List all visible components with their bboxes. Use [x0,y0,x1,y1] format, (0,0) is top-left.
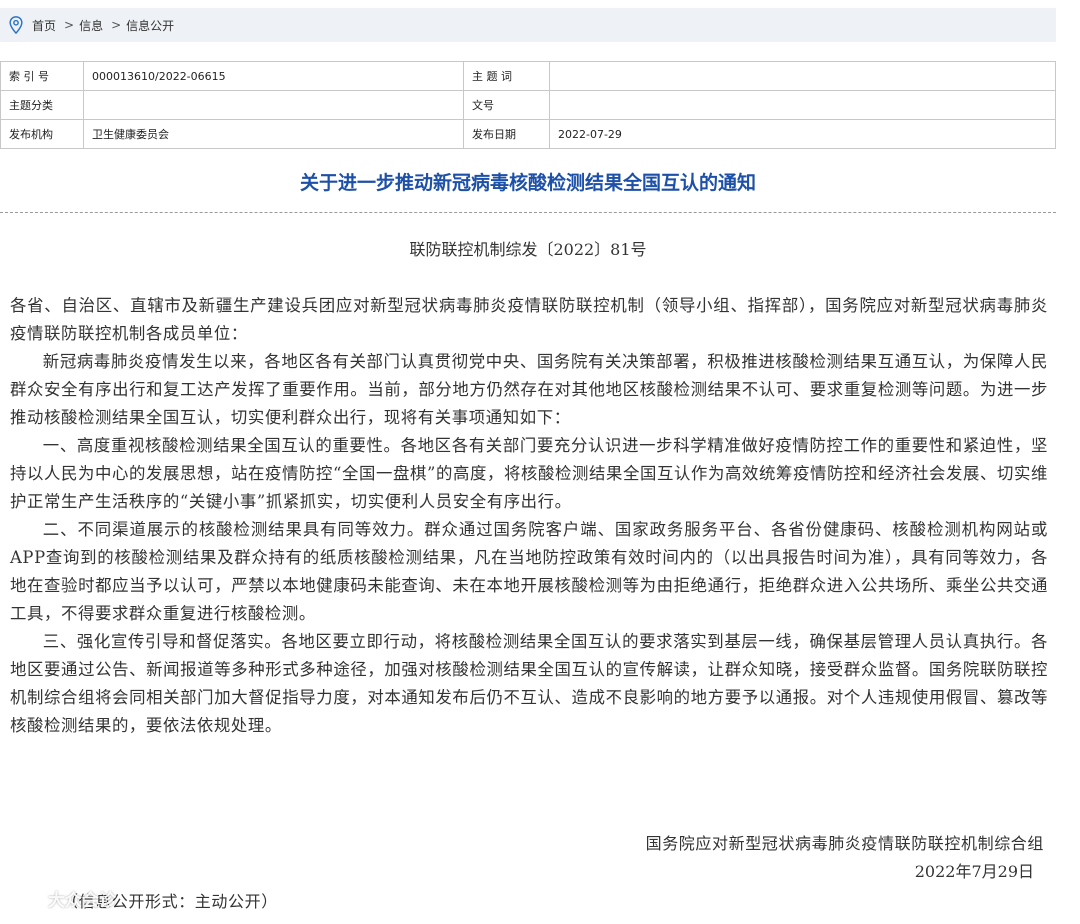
body-paragraph: 新冠病毒肺炎疫情发生以来，各地区各有关部门认真贯彻党中央、国务院有关决策部署，积… [10,352,1048,427]
meta-label-index: 索 引 号 [0,61,84,91]
location-pin-icon [9,16,23,34]
meta-label-category: 主题分类 [0,90,84,120]
table-row: 索 引 号 000013610/2022-06615 主 题 词 [0,61,1056,91]
document-meta-table: 索 引 号 000013610/2022-06615 主 题 词 主题分类 文号… [0,61,1056,149]
meta-value-doc-number [549,90,1056,120]
watermark-logo-icon [6,890,36,907]
breadcrumb-separator: > [64,18,75,32]
body-paragraph: 二、不同渠道展示的核酸检测结果具有同等效力。群众通过国务院客户端、国家政务服务平… [10,520,1048,623]
document-body: 各省、自治区、直辖市及新疆生产建设兵团应对新型冠状病毒肺炎疫情联防联控机制（领导… [10,292,1048,740]
title-divider [0,212,1056,213]
body-paragraph: 三、强化宣传引导和督促落实。各地区要立即行动，将核酸检测结果全国互认的要求落实到… [10,632,1048,735]
salutation-paragraph: 各省、自治区、直辖市及新疆生产建设兵团应对新型冠状病毒肺炎疫情联防联控机制（领导… [10,296,1048,343]
breadcrumb: 首页 > 信息 > 信息公开 [0,8,1056,42]
table-row: 发布机构 卫生健康委员会 发布日期 2022-07-29 [0,119,1056,149]
meta-label-keywords: 主 题 词 [463,61,550,91]
meta-label-doc-number: 文号 [463,90,550,120]
document-number: 联防联控机制综发〔2022〕81号 [409,240,647,259]
breadcrumb-separator: > [111,18,122,32]
meta-label-date: 发布日期 [463,119,550,149]
meta-value-date: 2022-07-29 [549,119,1056,149]
meta-label-publisher: 发布机构 [0,119,84,149]
breadcrumb-disclosure-link[interactable]: 信息公开 [126,17,174,34]
breadcrumb-home-link[interactable]: 首页 [32,17,56,34]
breadcrumb-info-link[interactable]: 信息 [79,17,103,34]
watermark-text: 大众会诊 [48,891,116,911]
meta-value-publisher: 卫生健康委员会 [83,119,464,149]
table-row: 主题分类 文号 [0,90,1056,120]
body-paragraph: 一、高度重视核酸检测结果全国互认的重要性。各地区各有关部门要充分认识进一步科学精… [10,436,1048,511]
meta-value-category [83,90,464,120]
meta-value-keywords [549,61,1056,91]
signature-date: 2022年7月29日 [914,862,1034,881]
page-title: 关于进一步推动新冠病毒核酸检测结果全国互认的通知 [299,172,756,194]
meta-value-index: 000013610/2022-06615 [83,61,464,91]
watermark: 大众会诊 [4,886,116,911]
signature-organization: 国务院应对新型冠状病毒肺炎疫情联防联控机制综合组 [645,834,1044,853]
